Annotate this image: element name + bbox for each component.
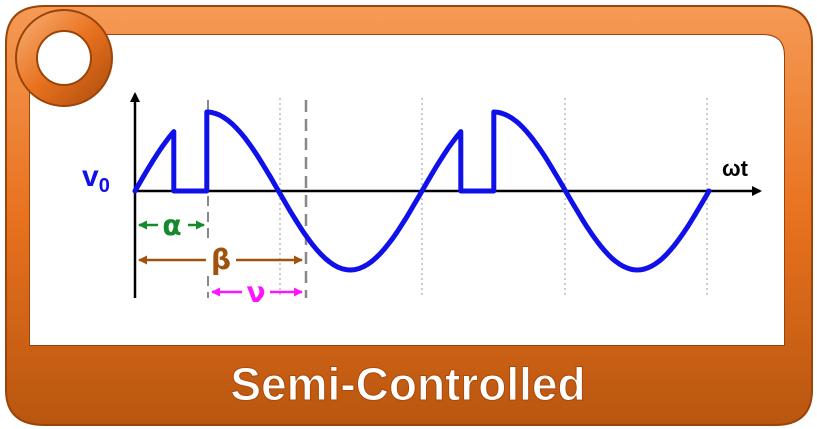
output-voltage-subscript: 0 [99, 175, 110, 197]
alpha-label: α [162, 209, 181, 242]
nu-label: ν [246, 276, 265, 309]
caption-title: Semi-Controlled [230, 358, 585, 410]
tag-graphic: v0 ωt α β ν Semi-Controlled [5, 5, 813, 426]
hang-hole-icon [15, 9, 113, 107]
tag-card: v0 ωt α β ν Semi-Controlled [0, 0, 817, 429]
time-axis-label: ωt [722, 156, 749, 181]
beta-label: β [211, 243, 231, 276]
